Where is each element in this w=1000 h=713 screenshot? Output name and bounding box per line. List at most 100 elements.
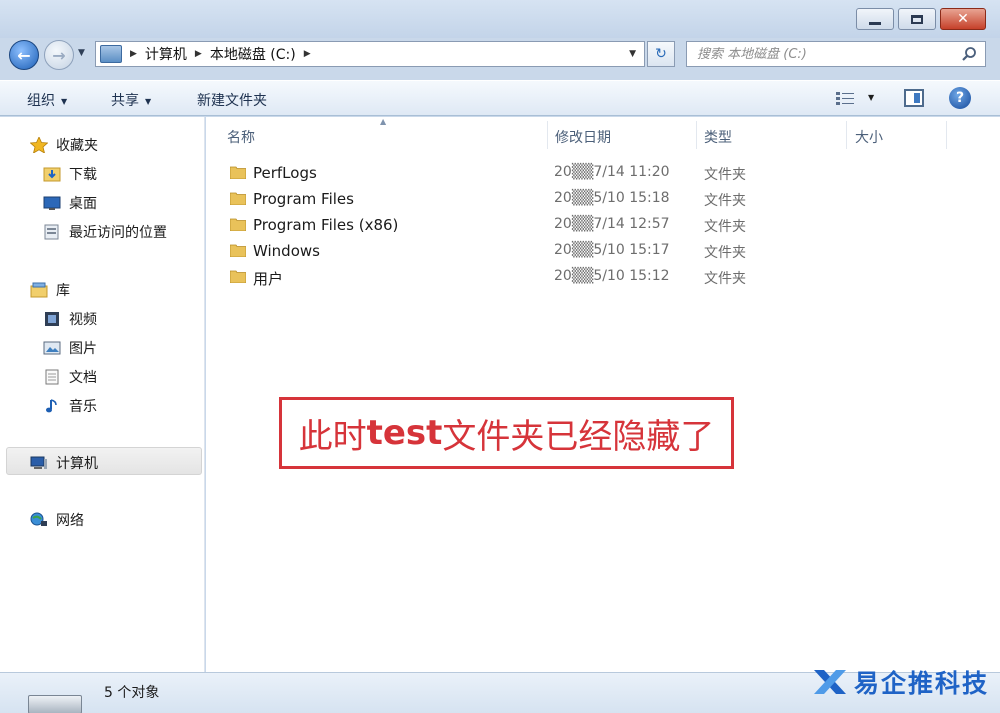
computer-location-icon [100,45,122,63]
organize-label: 组织 [27,93,55,109]
sidebar-item-label: 桌面 [69,196,97,212]
table-row[interactable]: Program Files (x86) 20▒▒7/14 12:57 文件夹 [206,212,966,238]
drive-icon [28,695,82,713]
music-icon [46,399,57,413]
sidebar-item-label: 下载 [69,167,97,183]
file-date: 20▒▒5/10 15:18 [554,190,670,206]
help-icon: ? [955,90,965,106]
libraries-icon [30,282,48,298]
folder-icon [230,166,246,179]
column-divider[interactable] [696,121,697,149]
sidebar-item-label: 音乐 [69,399,97,415]
documents-icon [45,369,59,385]
video-icon [45,312,59,326]
folder-icon [230,218,246,231]
chevron-down-icon: ▼ [145,96,152,106]
sidebar-item-label: 库 [56,283,70,299]
sidebar-item-label: 视频 [69,312,97,328]
view-options-dropdown-icon[interactable]: ▼ [868,93,874,102]
history-dropdown-icon[interactable]: ▼ [78,48,85,58]
annotation-suffix: 文件夹已经隐藏了 [442,416,715,457]
breadcrumb-separator-icon[interactable]: ▶ [304,49,311,59]
sidebar-item-label: 网络 [56,513,84,529]
sidebar-item-label: 文档 [69,370,97,386]
command-bar: 组织 ▼ 共享 ▼ 新建文件夹 ▼ ? [0,80,1000,116]
sidebar-item-network[interactable]: 网络 [30,510,84,530]
table-row[interactable]: Windows 20▒▒5/10 15:17 文件夹 [206,238,966,264]
file-date: 20▒▒7/14 12:57 [554,216,670,232]
address-bar[interactable]: ▶ 计算机 ▶ 本地磁盘 (C:) ▶ ▼ [95,41,645,67]
folder-icon [230,192,246,205]
column-divider[interactable] [547,121,548,149]
sidebar-item-libraries[interactable]: 库 [30,280,70,300]
file-name: Program Files (x86) [253,216,399,234]
maximize-button[interactable] [898,8,936,30]
new-folder-button[interactable]: 新建文件夹 [197,90,267,110]
brand-logo-icon [814,670,846,694]
maximize-icon [911,14,923,24]
file-type: 文件夹 [704,245,746,261]
column-header-date-modified[interactable]: 修改日期 [555,127,611,147]
table-row[interactable]: Program Files 20▒▒5/10 15:18 文件夹 [206,186,966,212]
forward-button[interactable]: → [44,40,74,70]
computer-icon [30,456,47,469]
column-header-name[interactable]: 名称 [227,127,255,147]
file-name: Program Files [253,190,354,208]
column-header-type[interactable]: 类型 [704,127,732,147]
pictures-icon [43,341,61,355]
sidebar-item-pictures[interactable]: 图片 [43,338,97,358]
recent-places-icon [44,224,59,240]
share-menu[interactable]: 共享 ▼ [111,90,151,110]
sidebar-item-recent-places[interactable]: 最近访问的位置 [43,222,167,242]
sidebar-item-desktop[interactable]: 桌面 [43,193,97,213]
sidebar-item-documents[interactable]: 文档 [43,367,97,387]
file-date: 20▒▒5/10 15:12 [554,268,670,284]
search-icon[interactable] [961,46,977,62]
table-row[interactable]: 用户 20▒▒5/10 15:12 文件夹 [206,264,966,290]
help-button[interactable]: ? [949,87,971,109]
navigation-pane: 收藏夹 下载 桌面 最近访问的位置 库 视频 图片 文档 音乐 计算机 网络 [0,117,205,672]
minimize-button[interactable] [856,8,894,30]
sidebar-item-label: 收藏夹 [56,138,98,154]
search-input[interactable] [687,42,947,66]
file-date: 20▒▒7/14 11:20 [554,164,670,180]
sidebar-item-downloads[interactable]: 下载 [43,164,97,184]
preview-pane-icon[interactable] [904,89,924,107]
sidebar-item-label: 图片 [69,341,97,357]
breadcrumb-local-disk[interactable]: 本地磁盘 (C:) [210,44,296,64]
downloads-folder-icon [43,167,61,182]
address-dropdown-icon[interactable]: ▼ [629,49,636,59]
sidebar-item-videos[interactable]: 视频 [43,309,97,329]
item-count: 5 个对象 [104,685,160,701]
minimize-icon [869,21,881,25]
sidebar-item-label: 最近访问的位置 [69,225,167,241]
column-divider[interactable] [946,121,947,149]
title-bar: ✕ [0,0,1000,38]
search-box[interactable] [686,41,986,67]
close-button[interactable]: ✕ [940,8,986,30]
file-type: 文件夹 [704,193,746,209]
breadcrumb-separator-icon[interactable]: ▶ [195,49,202,59]
sidebar-item-label: 计算机 [56,456,98,472]
table-row[interactable]: PerfLogs 20▒▒7/14 11:20 文件夹 [206,160,966,186]
refresh-icon: ↻ [655,46,667,62]
breadcrumb-computer[interactable]: 计算机 [145,44,187,64]
sidebar-item-favorites[interactable]: 收藏夹 [30,135,98,155]
refresh-button[interactable]: ↻ [647,41,675,67]
change-view-icon[interactable] [836,92,854,106]
breadcrumb-separator-icon[interactable]: ▶ [130,49,137,59]
star-icon [30,137,48,153]
annotation-callout: 此时 test 文件夹已经隐藏了 [279,397,734,469]
file-type: 文件夹 [704,219,746,235]
sidebar-item-computer[interactable]: 计算机 [30,453,98,473]
column-divider[interactable] [846,121,847,149]
file-name: 用户 [253,270,284,288]
file-name: Windows [253,242,320,260]
column-header-size[interactable]: 大小 [855,127,883,147]
folder-icon [230,244,246,257]
close-icon: ✕ [957,11,969,27]
desktop-icon [43,196,61,210]
sidebar-item-music[interactable]: 音乐 [43,396,97,416]
back-button[interactable]: ← [9,40,39,70]
organize-menu[interactable]: 组织 ▼ [27,90,67,110]
